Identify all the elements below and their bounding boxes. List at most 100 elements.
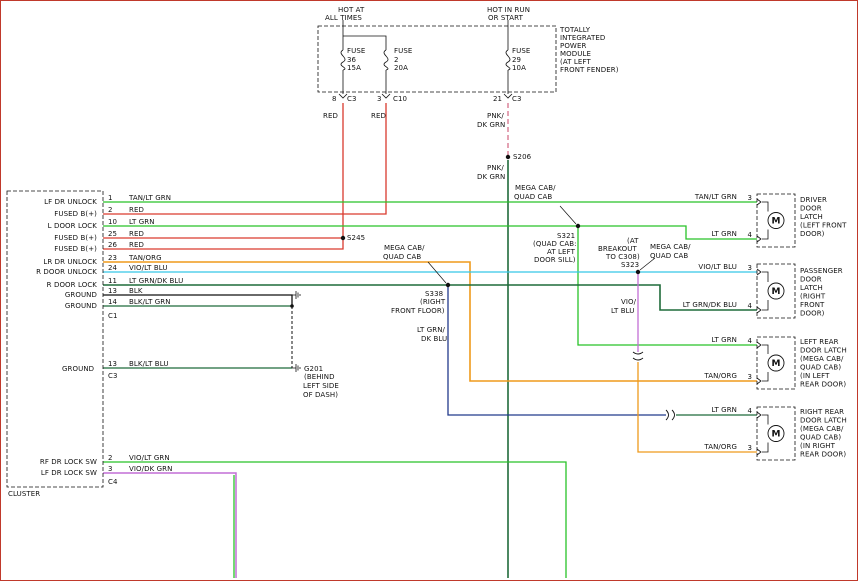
wire-label-pnk-1: PNK/	[487, 112, 504, 120]
cluster-ground-c3: GROUND 13 BLK/LT BLU C3	[62, 360, 169, 380]
latch-name-line: REAR DOOR)	[800, 381, 846, 389]
latch-pin-number: 4	[747, 231, 752, 239]
splice-s338-dot	[445, 282, 451, 288]
splices: S245 MEGA CAB/ QUAD CAB S321 (QUAD CAB: …	[290, 184, 691, 421]
ground-symbol-g201	[292, 364, 301, 372]
latch-name-line: FRONT	[800, 301, 825, 309]
latch-name-line: LATCH	[800, 284, 823, 292]
splice-s321-label: S321 (QUAD CAB: AT LEFT DOOR SILL)	[533, 232, 577, 264]
cluster-wire-label: BLK	[129, 287, 143, 295]
cluster-pin-label: RF DR LOCK SW	[40, 458, 97, 466]
svg-text:FUSE: FUSE	[347, 47, 365, 55]
cluster-pin-label: FUSED B(+)	[54, 234, 97, 242]
motor-icon-label: M	[771, 217, 780, 227]
svg-text:FRONT FLOOR): FRONT FLOOR)	[391, 307, 445, 315]
svg-text:(RIGHT: (RIGHT	[420, 298, 446, 306]
cluster-name: CLUSTER	[8, 490, 40, 498]
svg-text:LT BLU: LT BLU	[611, 307, 635, 315]
latch-wire-label: LT GRN	[711, 230, 737, 238]
motor-icon-label: M	[771, 359, 780, 369]
svg-text:(BEHIND: (BEHIND	[304, 373, 335, 381]
hot-at-label: HOT AT	[338, 6, 365, 14]
cluster-wire-label: RED	[129, 241, 144, 249]
cluster-pin-number: 23	[108, 254, 117, 262]
cluster-pin-number: 14	[108, 298, 118, 306]
svg-text:BREAKOUT: BREAKOUT	[598, 245, 637, 253]
svg-text:INTEGRATED: INTEGRATED	[560, 34, 605, 42]
conn-c3: C3	[347, 95, 357, 103]
svg-text:TOTALLY: TOTALLY	[559, 26, 591, 34]
fuse-36: FUSE 36 15A	[340, 47, 365, 72]
cluster-pin-number: 3	[108, 465, 113, 473]
cluster-wire-label: VIO/LT BLU	[129, 264, 168, 272]
latch-name-line: DOOR)	[800, 310, 825, 318]
pin-21: 21	[493, 95, 502, 103]
cluster-pin-number: 11	[108, 277, 117, 285]
cluster-pin-number: 25	[108, 230, 117, 238]
latch-wire-label: VIO/LT BLU	[698, 263, 737, 271]
latch-name-line: (MEGA CAB/	[800, 425, 844, 433]
splice-s206-label: S206	[513, 153, 532, 161]
tipm-label: TOTALLY INTEGRATED POWER MODULE (AT LEFT…	[559, 26, 619, 74]
cluster-pin-number: 10	[108, 218, 117, 226]
hot-in-label: HOT IN RUN	[487, 6, 530, 14]
cluster-rows: LF DR UNLOCK 1 TAN/LT GRN FUSED B(+) 2 RED L D…	[36, 194, 183, 477]
latch-pin-number: 3	[747, 264, 752, 272]
cluster-pin-label: R DOOR LOCK	[47, 281, 98, 289]
wire-label-ltgrn-dkblu: LT GRN/ DK BLU	[417, 326, 447, 343]
inline-connector-rr	[665, 409, 675, 421]
svg-text:29: 29	[512, 56, 521, 64]
cluster-wire-label: LT GRN/DK BLU	[129, 277, 183, 285]
cluster-pin-label: LR DR UNLOCK	[43, 258, 97, 266]
cluster-wire-label: TAN/LT GRN	[128, 194, 171, 202]
conn-c4: C4	[108, 478, 118, 486]
latch-name-line: DOOR)	[800, 230, 825, 238]
latch-name-line: DOOR LATCH	[800, 417, 847, 425]
wire-label-dkgrn-1: DK GRN	[477, 121, 505, 129]
latch-name-line: (IN LEFT	[800, 372, 830, 380]
cluster-pin-number: 24	[108, 264, 118, 272]
cluster-pin-label: GROUND	[65, 291, 97, 299]
wire-label-red-1: RED	[323, 112, 338, 120]
svg-text:OF DASH): OF DASH)	[303, 391, 338, 399]
tipm-connectors	[338, 93, 513, 99]
svg-text:QUAD CAB: QUAD CAB	[383, 253, 421, 261]
mega-cab-label-3: MEGA CAB/ QUAD CAB	[650, 243, 691, 260]
latch-name-line: (IN RIGHT	[800, 442, 836, 450]
fuse-2: FUSE 2 20A	[383, 47, 412, 72]
latch-name-line: QUAD CAB)	[800, 364, 841, 372]
svg-text:10A: 10A	[512, 64, 526, 72]
cluster-wire-label: VIO/DK GRN	[129, 465, 172, 473]
or-start-label: OR START	[488, 14, 524, 22]
svg-text:VIO/: VIO/	[621, 298, 637, 306]
latch-wire-label: TAN/ORG	[703, 372, 737, 380]
latch-pin-number: 3	[747, 444, 752, 452]
latch-name-line: REAR DOOR)	[800, 451, 846, 459]
svg-text:POWER: POWER	[560, 42, 586, 50]
all-times-label: ALL TIMES	[325, 14, 362, 22]
cluster-wire-label: RED	[129, 206, 144, 214]
svg-text:FUSE: FUSE	[394, 47, 412, 55]
latch-name-line: RIGHT REAR	[800, 408, 844, 416]
latch-pin-number: 3	[747, 373, 752, 381]
splice-s323-label: (AT BREAKOUT TO C308) S323	[598, 237, 640, 269]
svg-text:MODULE: MODULE	[560, 50, 591, 58]
svg-text:(AT: (AT	[627, 237, 639, 245]
cluster-wire-label: TAN/ORG	[128, 254, 162, 262]
cluster-wire-label: VIO/LT GRN	[129, 454, 170, 462]
latch-name-line: DOOR LATCH	[800, 347, 847, 355]
latch-name-line: PASSENGER	[800, 267, 843, 275]
svg-text:DK BLU: DK BLU	[421, 335, 447, 343]
svg-text:DOOR SILL): DOOR SILL)	[534, 256, 576, 264]
latch-name-line: DRIVER	[800, 196, 827, 204]
latch-wire-label: LT GRN	[711, 336, 737, 344]
svg-text:MEGA CAB/: MEGA CAB/	[650, 243, 691, 251]
latch-name-line: DOOR	[800, 205, 822, 213]
cluster-wire-label: RED	[129, 230, 144, 238]
motor-icon-label: M	[771, 430, 780, 440]
svg-text:2: 2	[394, 56, 399, 64]
svg-text:BLK/LT BLU: BLK/LT BLU	[129, 360, 169, 368]
conn-c1: C1	[108, 312, 118, 320]
door-lock-wiring-diagram: HOT AT ALL TIMES HOT IN RUN OR START TOT…	[6, 6, 847, 578]
latch-pin-number: 3	[747, 194, 752, 202]
